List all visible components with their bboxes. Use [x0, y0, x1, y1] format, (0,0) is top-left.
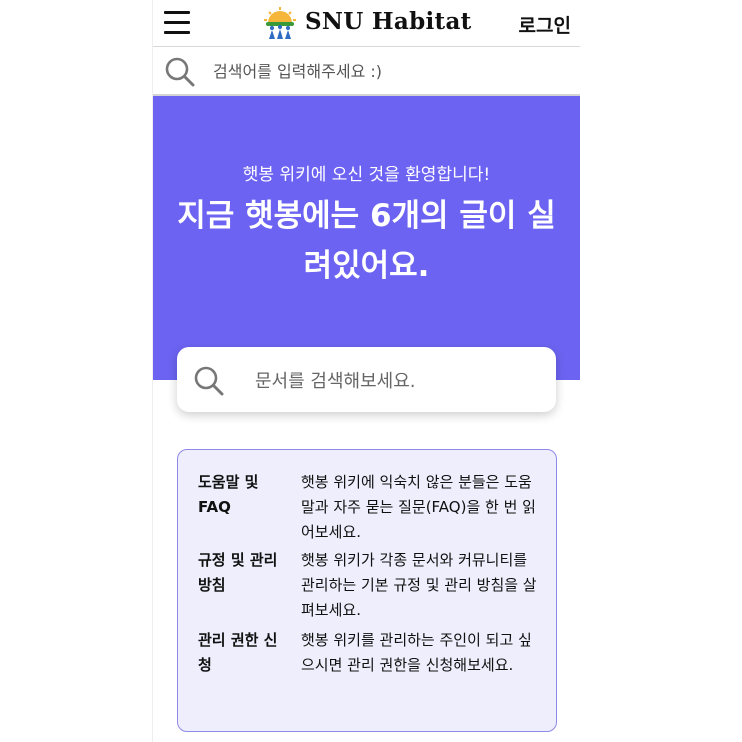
search-icon[interactable]: [193, 365, 225, 397]
info-title: 도움말 및 FAQ: [198, 473, 259, 516]
mobile-page: SNU Habitat 로그인 햇봉 위키에 오신 것을 환영합니다! 지금 햇…: [152, 0, 580, 742]
brand-name[interactable]: SNU Habitat: [305, 8, 472, 35]
search-icon[interactable]: [164, 56, 196, 88]
login-link[interactable]: 로그인: [519, 11, 571, 38]
document-search-box: [177, 347, 556, 412]
document-search-input[interactable]: [253, 364, 547, 398]
menu-icon[interactable]: [164, 11, 190, 35]
hero-headline: 지금 햇봉에는 6개의 글이 실려있어요.: [177, 198, 556, 284]
info-description: 햇봉 위키가 각종 문서와 커뮤니티를 관리하는 기본 규정 및 관리 방침을 …: [301, 551, 537, 619]
top-navigation-bar: SNU Habitat 로그인: [153, 0, 580, 47]
hero-banner: 햇봉 위키에 오신 것을 환영합니다! 지금 햇봉에는 6개의 글이 실려있어요…: [153, 96, 580, 380]
hero-subtitle: 햇봉 위키에 오신 것을 환영합니다!: [242, 165, 491, 185]
info-title: 규정 및 관리 방침: [198, 551, 278, 594]
info-description: 햇봉 위키를 관리하는 주인이 되고 싶으시면 관리 권한을 신청해보세요.: [301, 631, 532, 674]
info-description: 햇봉 위키에 익숙치 않은 분들은 도움말과 자주 묻는 질문(FAQ)을 한 …: [301, 473, 536, 541]
info-title: 관리 권한 신청: [198, 631, 278, 674]
top-search-bar: [153, 47, 580, 96]
top-search-input[interactable]: [211, 56, 555, 86]
guide-info-box: 도움말 및 FAQ 햇봉 위키에 익숙치 않은 분들은 도움말과 자주 묻는 질…: [177, 449, 557, 732]
habitat-logo-icon[interactable]: [263, 6, 297, 40]
